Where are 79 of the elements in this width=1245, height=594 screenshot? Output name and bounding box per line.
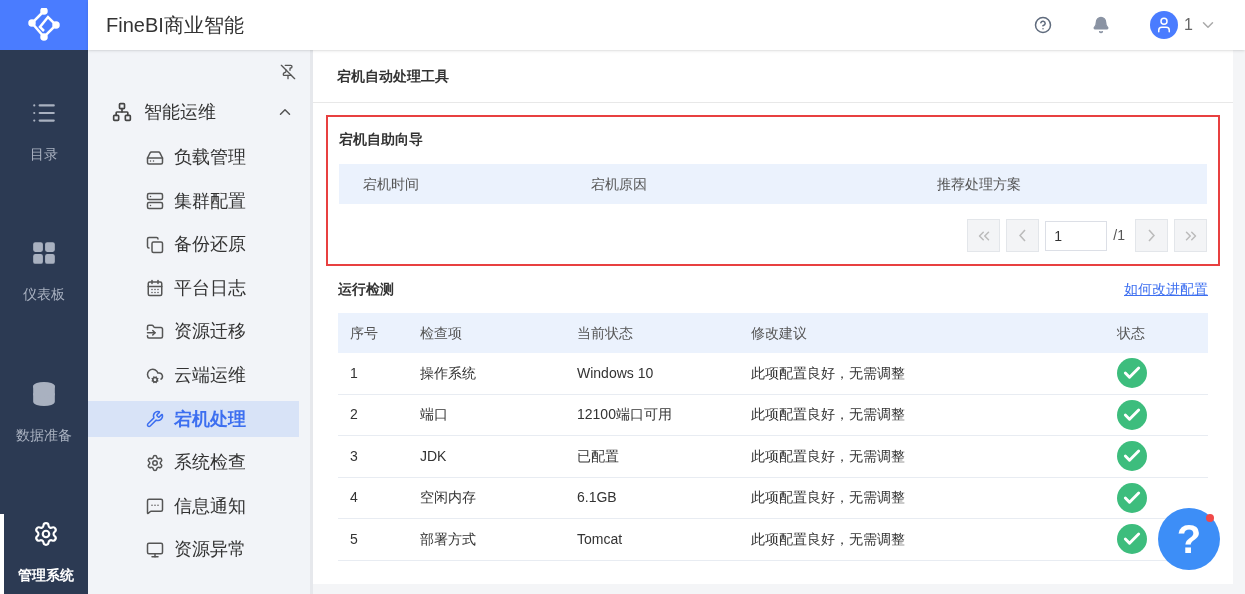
group-label: 智能运维: [144, 100, 216, 124]
prev-page-button[interactable]: [1006, 219, 1040, 252]
help-icon[interactable]: [1034, 16, 1053, 34]
rail-label: 管理系统: [18, 566, 74, 586]
bell-icon[interactable]: [1092, 16, 1111, 34]
column-header: 宕机时间: [363, 174, 420, 194]
table-cell-text: 此项配置良好，无需调整: [751, 529, 906, 549]
nav-item[interactable]: 备份还原: [88, 226, 299, 263]
table-cell-text: 此项配置良好，无需调整: [751, 405, 906, 425]
table-cell-text: 操作系统: [420, 363, 477, 383]
table-cell-text: 已配置: [577, 446, 620, 466]
wrench-icon: [146, 410, 164, 429]
column-header: 修改建议: [751, 323, 808, 343]
nav-item[interactable]: 资源异常: [88, 531, 299, 568]
table-cell-text: 此项配置良好，无需调整: [751, 446, 906, 466]
nav-item[interactable]: 信息通知: [88, 488, 299, 525]
table-cell-text: 空闲内存: [420, 488, 477, 508]
rail-label: 数据准备: [16, 425, 72, 445]
monitor-icon: [146, 540, 164, 559]
copy-icon: [146, 235, 164, 254]
settings-icon: [33, 521, 59, 548]
section-title: 宕机自助向导: [339, 130, 424, 149]
table-cell-text: Tomcat: [577, 529, 624, 549]
dashboard-icon: [31, 240, 57, 267]
section-title: 运行检测: [338, 280, 394, 299]
nav-item[interactable]: 平台日志: [88, 270, 299, 307]
column-header: 当前状态: [577, 323, 634, 343]
table-cell-text: 此项配置良好，无需调整: [751, 363, 906, 383]
gear-icon: [146, 453, 164, 472]
nav-item[interactable]: 集群配置: [88, 183, 299, 220]
network-icon: [112, 102, 132, 122]
table-cell-text: 3: [350, 446, 359, 466]
column-header: 推荐处理方案: [937, 174, 1021, 194]
table-cell-text: 2: [350, 405, 359, 425]
column-header: 状态: [1117, 323, 1146, 343]
table-cell-text: 此项配置良好，无需调整: [751, 488, 906, 508]
table-cell-text: 5: [350, 529, 359, 549]
rail-item[interactable]: 仪表板: [0, 232, 88, 313]
page-total: /1: [1113, 226, 1125, 245]
first-page-button[interactable]: [967, 219, 1001, 252]
nav-item[interactable]: 系统检查: [88, 444, 299, 481]
column-header: 序号: [350, 323, 379, 343]
avatar-icon[interactable]: [1150, 11, 1179, 39]
table-cell-text: 6.1GB: [577, 488, 618, 508]
rail-item[interactable]: 数据准备: [0, 373, 88, 454]
nav-item[interactable]: 负载管理: [88, 139, 299, 176]
app-title: FineBI商业智能: [106, 13, 244, 38]
logo-icon: [27, 8, 61, 42]
chat-icon: [146, 497, 164, 516]
column-header: 宕机原因: [591, 174, 648, 194]
calendar-icon: [146, 279, 164, 298]
nav-group[interactable]: 智能运维: [88, 92, 310, 132]
drive-icon: [146, 148, 164, 167]
table-cell-text: 端口: [420, 405, 449, 425]
table-cell-text: JDK: [420, 446, 448, 466]
nav-item[interactable]: 资源迁移: [88, 313, 299, 350]
rail-label: 目录: [30, 144, 58, 164]
chevron-right-icon: [1148, 229, 1155, 242]
table-cell-text: 1: [350, 363, 359, 383]
folder-icon: [146, 322, 164, 341]
server-icon: [146, 192, 164, 211]
cloud-icon: [146, 366, 164, 385]
nav-item[interactable]: 云端运维: [88, 357, 299, 394]
table-cell-text: Windows 10: [577, 363, 655, 383]
next-page-button[interactable]: [1135, 219, 1168, 252]
database-icon: [31, 380, 57, 407]
rail-label: 仪表板: [23, 285, 65, 305]
improve-link[interactable]: 如何改进配置: [1124, 279, 1208, 300]
table-cell-text: 部署方式: [420, 529, 477, 549]
page-input[interactable]: 1: [1045, 220, 1108, 251]
table-cell-text: 12100端口可用: [577, 405, 673, 425]
chevron-left-icon: [1019, 229, 1027, 242]
rail-item[interactable]: 目录: [0, 92, 88, 172]
last-page-button[interactable]: [1174, 219, 1207, 252]
user-name[interactable]: 1: [1184, 13, 1193, 37]
page-title: 宕机自动处理工具: [337, 66, 449, 86]
column-header: 检查项: [420, 323, 463, 343]
pin-icon[interactable]: [280, 64, 296, 80]
table-cell-text: 4: [350, 488, 359, 508]
